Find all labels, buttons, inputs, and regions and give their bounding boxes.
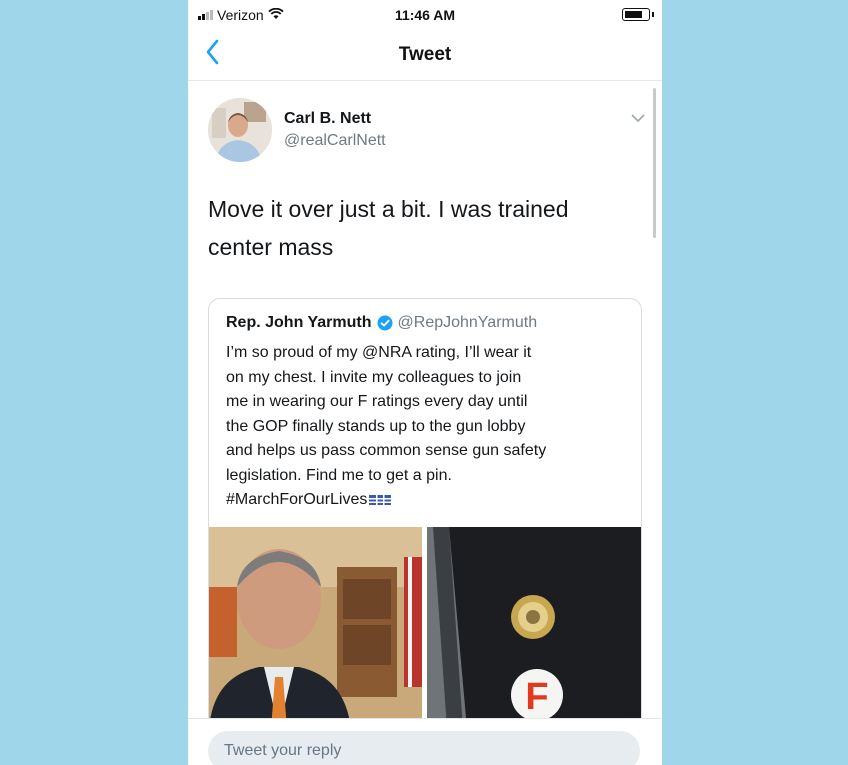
battery-icon <box>622 8 654 21</box>
verified-badge-icon <box>377 315 393 331</box>
quoted-text-line: on my chest. I invite my colleagues to j… <box>226 368 522 386</box>
man-in-suit-photo[interactable] <box>209 527 422 729</box>
tweet-text-line: Move it over just a bit. I was trained <box>208 196 569 222</box>
pin-letter: F <box>525 676 548 718</box>
quoted-text-line: I’m so proud of my @NRA rating, I’ll wea… <box>226 344 532 361</box>
phone-screen: Verizon 11:46 AM Tweet Carl B. Nett @rea… <box>188 0 662 765</box>
scrollbar[interactable] <box>653 88 656 238</box>
quoted-tweet-text: I’m so proud of my @NRA rating, I’ll wea… <box>226 341 626 513</box>
lapel-pins-photo[interactable]: F <box>427 527 641 729</box>
hashtag-link[interactable]: #MarchForOurLives <box>226 491 367 508</box>
quoted-text-line: and helps us pass common sense gun safet… <box>226 442 547 459</box>
status-bar: Verizon 11:46 AM <box>188 0 662 30</box>
tweet-text-line: center mass <box>208 234 334 260</box>
quoted-author-handle: @RepJohnYarmuth <box>397 314 538 331</box>
reply-input[interactable] <box>208 731 640 765</box>
flag-emoji-icon <box>369 494 392 505</box>
author-handle[interactable]: @realCarlNett <box>284 132 386 150</box>
quoted-text-line: the GOP finally stands up to the gun lob… <box>226 417 526 435</box>
quoted-author-name: Rep. John Yarmuth <box>226 314 372 331</box>
clock: 11:46 AM <box>394 7 456 23</box>
avatar[interactable] <box>208 98 272 162</box>
quoted-text-line: #MarchForOurLives <box>226 488 626 513</box>
navigation-bar: Tweet <box>188 30 662 81</box>
page-title: Tweet <box>398 44 452 65</box>
quoted-text-line: legislation. Find me to get a pin. <box>226 466 452 484</box>
tweet-text: Move it over just a bit. I was trained c… <box>208 190 638 266</box>
author-name[interactable]: Carl B. Nett <box>284 110 371 128</box>
reply-bar <box>188 718 662 765</box>
quoted-tweet-header: Rep. John Yarmuth @RepJohnYarmuth <box>226 314 537 332</box>
chevron-down-icon[interactable] <box>628 108 648 128</box>
quoted-tweet-card[interactable]: Rep. John Yarmuth @RepJohnYarmuth I’m so… <box>208 298 642 730</box>
tweet-header: Carl B. Nett @realCarlNett <box>208 98 648 168</box>
quoted-text-line: me in wearing our F ratings every day un… <box>226 393 528 410</box>
